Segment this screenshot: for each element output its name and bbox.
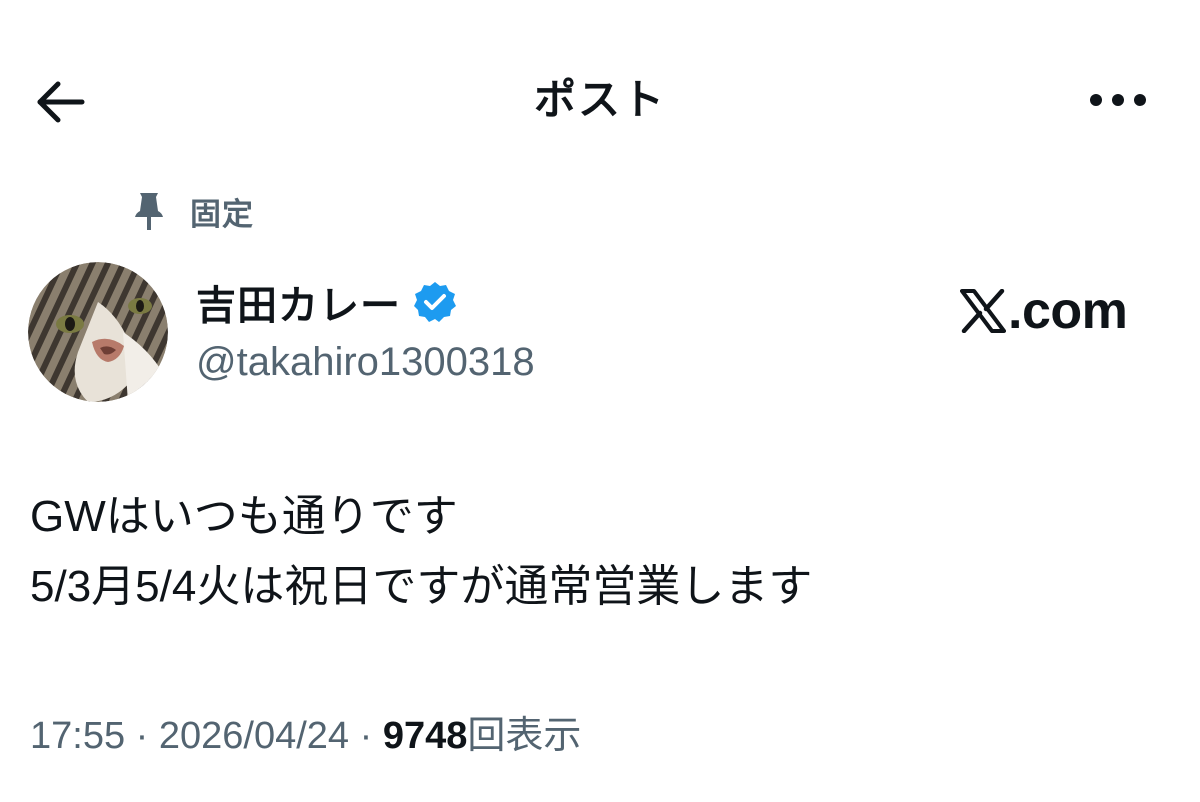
- x-logo-icon: [960, 289, 1006, 333]
- post-date[interactable]: 2026/04/24: [159, 715, 349, 757]
- more-button[interactable]: [1078, 70, 1158, 130]
- post-time[interactable]: 17:55: [30, 715, 125, 757]
- header: ポスト: [0, 0, 1200, 200]
- pinned-label: 固定: [190, 196, 254, 232]
- meta-separator: ·: [125, 715, 159, 757]
- post-line: GWはいつも通りです: [30, 492, 458, 541]
- author-handle[interactable]: @takahiro1300318: [196, 334, 535, 390]
- more-horizontal-icon: [1090, 94, 1146, 106]
- post-body: GWはいつも通りです 5/3月5/4火は祝日ですが通常営業します: [30, 482, 1170, 622]
- author-name-row[interactable]: 吉田カレー: [196, 272, 457, 332]
- post-detail-screen: ポスト 固定 吉田カレー @takahiro1300318 .com GWはいつ…: [0, 0, 1200, 802]
- pinned-indicator: 固定: [128, 186, 254, 236]
- cat-avatar: [28, 262, 168, 402]
- post-line: 5/3月5/4火は祝日ですが通常営業します: [30, 562, 813, 611]
- meta-separator: ·: [349, 715, 383, 757]
- author-name[interactable]: 吉田カレー: [196, 273, 401, 331]
- page-title: ポスト: [533, 76, 666, 123]
- verified-badge-icon: [414, 282, 456, 322]
- views-count: 9748: [382, 715, 468, 757]
- pin-icon: [128, 190, 170, 232]
- views-label: 回表示: [467, 715, 582, 757]
- post-meta: 17:55 · 2026/04/24 · 9748回表示: [30, 706, 581, 766]
- watermark: .com: [960, 276, 1128, 346]
- watermark-text: .com: [1008, 282, 1128, 340]
- avatar[interactable]: [28, 262, 168, 402]
